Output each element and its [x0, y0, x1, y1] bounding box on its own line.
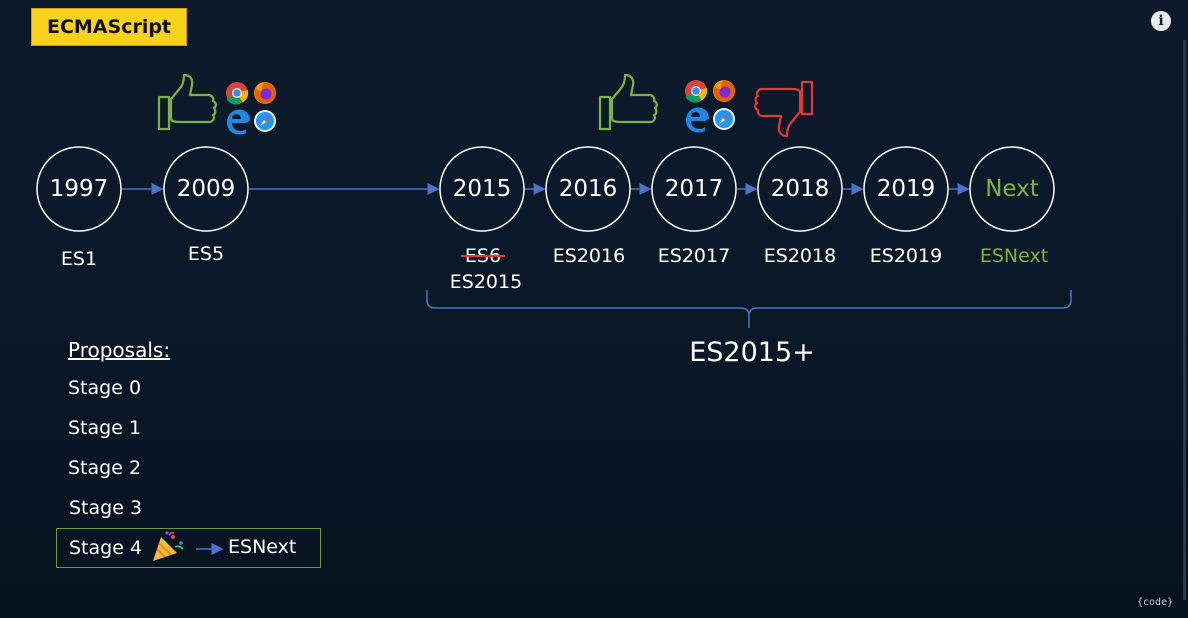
edition-es2015: ES2015: [449, 271, 523, 293]
thumbs-up-icon: [598, 73, 658, 131]
timeline-diagram: [36, 73, 1072, 561]
year-1997: 1997: [49, 176, 109, 202]
stage-4-result: ESNext: [228, 536, 297, 558]
year-2016: 2016: [558, 176, 618, 202]
stage-1: Stage 1: [68, 417, 142, 439]
edition-es6-struck: ES6: [423, 244, 543, 268]
thumbs-down-icon: [754, 80, 814, 138]
year-2009: 2009: [176, 176, 236, 202]
year-2018: 2018: [770, 176, 830, 202]
year-next: Next: [985, 176, 1039, 202]
year-2017: 2017: [664, 176, 724, 202]
year-2019: 2019: [876, 176, 936, 202]
browser-icons-es5: [226, 82, 276, 135]
stage-2: Stage 2: [68, 457, 142, 479]
thumbs-up-icon: [157, 73, 217, 131]
stage-4-box: Stage 4 ESNext: [56, 528, 321, 568]
edition-es2018: ES2018: [763, 245, 837, 267]
edition-esnext: ESNext: [979, 245, 1049, 267]
es2015-brace: [426, 290, 1072, 328]
code-watermark: {code}: [1137, 597, 1174, 608]
stage-3: Stage 3: [69, 497, 143, 519]
edition-es1: ES1: [60, 248, 98, 270]
edition-es2016: ES2016: [552, 245, 626, 267]
es6-text: ES6: [460, 245, 506, 267]
edition-es2019: ES2019: [869, 245, 943, 267]
year-2015: 2015: [452, 176, 512, 202]
browser-icons-es2017: [685, 80, 735, 133]
proposals-heading: Proposals:: [68, 338, 171, 362]
stage-4: Stage 4: [69, 537, 143, 559]
es2015-plus-label: ES2015+: [689, 337, 815, 368]
edition-es2017: ES2017: [657, 245, 731, 267]
edition-es5: ES5: [187, 243, 225, 265]
stage-0: Stage 0: [68, 377, 142, 399]
